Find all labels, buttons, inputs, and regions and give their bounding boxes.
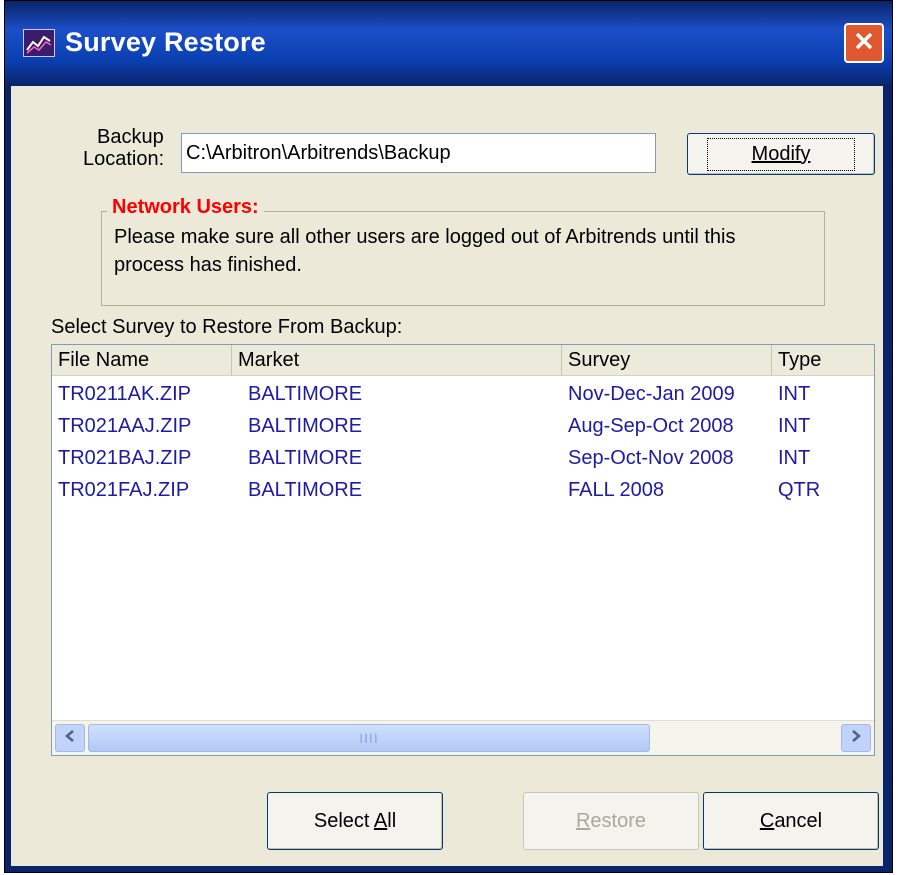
table-row[interactable]: TR021AAJ.ZIP BALTIMORE Aug-Sep-Oct 2008 … bbox=[52, 410, 874, 442]
cell-survey: Aug-Sep-Oct 2008 bbox=[568, 415, 734, 437]
scroll-left-button[interactable] bbox=[55, 724, 85, 752]
survey-restore-window: Survey Restore Backup Location: Modify N… bbox=[4, 0, 893, 873]
scrollbar-grip: IIII bbox=[359, 730, 379, 746]
scrollbar-thumb[interactable]: IIII bbox=[88, 724, 650, 752]
survey-list-label: Select Survey to Restore From Backup: bbox=[51, 316, 403, 338]
chart-icon bbox=[23, 29, 55, 57]
chevron-left-icon bbox=[64, 729, 76, 748]
network-users-title: Network Users: bbox=[107, 196, 264, 219]
restore-button[interactable]: Restore bbox=[523, 792, 699, 850]
dialog-body: Backup Location: Modify Network Users: P… bbox=[11, 86, 883, 866]
cell-file-name: TR021FAJ.ZIP bbox=[58, 479, 190, 501]
title-bar[interactable]: Survey Restore bbox=[5, 1, 892, 86]
close-button[interactable] bbox=[844, 23, 884, 63]
table-row[interactable]: TR0211AK.ZIP BALTIMORE Nov-Dec-Jan 2009 … bbox=[52, 378, 874, 410]
cell-file-name: TR021AAJ.ZIP bbox=[58, 415, 192, 437]
scroll-right-button[interactable] bbox=[841, 724, 871, 752]
survey-list[interactable]: File Name Market Survey Type TR0211AK.ZI… bbox=[51, 344, 875, 756]
column-header-survey[interactable]: Survey bbox=[562, 345, 772, 375]
restore-label: Restore bbox=[575, 809, 647, 832]
cell-type: INT bbox=[778, 447, 811, 469]
cell-market: BALTIMORE bbox=[248, 447, 363, 469]
table-row[interactable]: TR021FAJ.ZIP BALTIMORE FALL 2008 QTR bbox=[52, 474, 874, 506]
select-all-button[interactable]: Select All bbox=[267, 792, 443, 850]
horizontal-scrollbar[interactable]: IIII bbox=[52, 720, 874, 755]
close-icon bbox=[853, 30, 875, 57]
modify-button-label: Modify bbox=[751, 142, 811, 165]
cell-survey: FALL 2008 bbox=[568, 479, 665, 501]
cell-market: BALTIMORE bbox=[248, 479, 363, 501]
cancel-label: Cancel bbox=[759, 809, 823, 832]
backup-label-line2: Location: bbox=[83, 148, 165, 170]
modify-button[interactable]: Modify bbox=[687, 133, 875, 175]
cell-type: INT bbox=[778, 415, 811, 437]
select-all-label: Select All bbox=[313, 809, 397, 832]
window-title: Survey Restore bbox=[65, 27, 266, 57]
cell-survey: Nov-Dec-Jan 2009 bbox=[568, 383, 735, 405]
table-row[interactable]: TR021BAJ.ZIP BALTIMORE Sep-Oct-Nov 2008 … bbox=[52, 442, 874, 474]
cancel-button[interactable]: Cancel bbox=[703, 792, 879, 850]
backup-label-line1: Backup bbox=[97, 126, 164, 148]
cell-market: BALTIMORE bbox=[248, 383, 363, 405]
backup-location-input[interactable] bbox=[181, 133, 656, 173]
cell-market: BALTIMORE bbox=[248, 415, 363, 437]
cell-type: QTR bbox=[778, 479, 821, 501]
column-header-type[interactable]: Type bbox=[772, 345, 874, 375]
column-header-market[interactable]: Market bbox=[232, 345, 562, 375]
network-users-message: Please make sure all other users are log… bbox=[114, 226, 736, 276]
cell-file-name: TR021BAJ.ZIP bbox=[58, 447, 192, 469]
cell-survey: Sep-Oct-Nov 2008 bbox=[568, 447, 734, 469]
cell-type: INT bbox=[778, 383, 811, 405]
chevron-right-icon bbox=[850, 729, 862, 748]
list-header: File Name Market Survey Type bbox=[52, 345, 874, 376]
cell-file-name: TR0211AK.ZIP bbox=[58, 383, 192, 405]
column-header-file-name[interactable]: File Name bbox=[52, 345, 232, 375]
